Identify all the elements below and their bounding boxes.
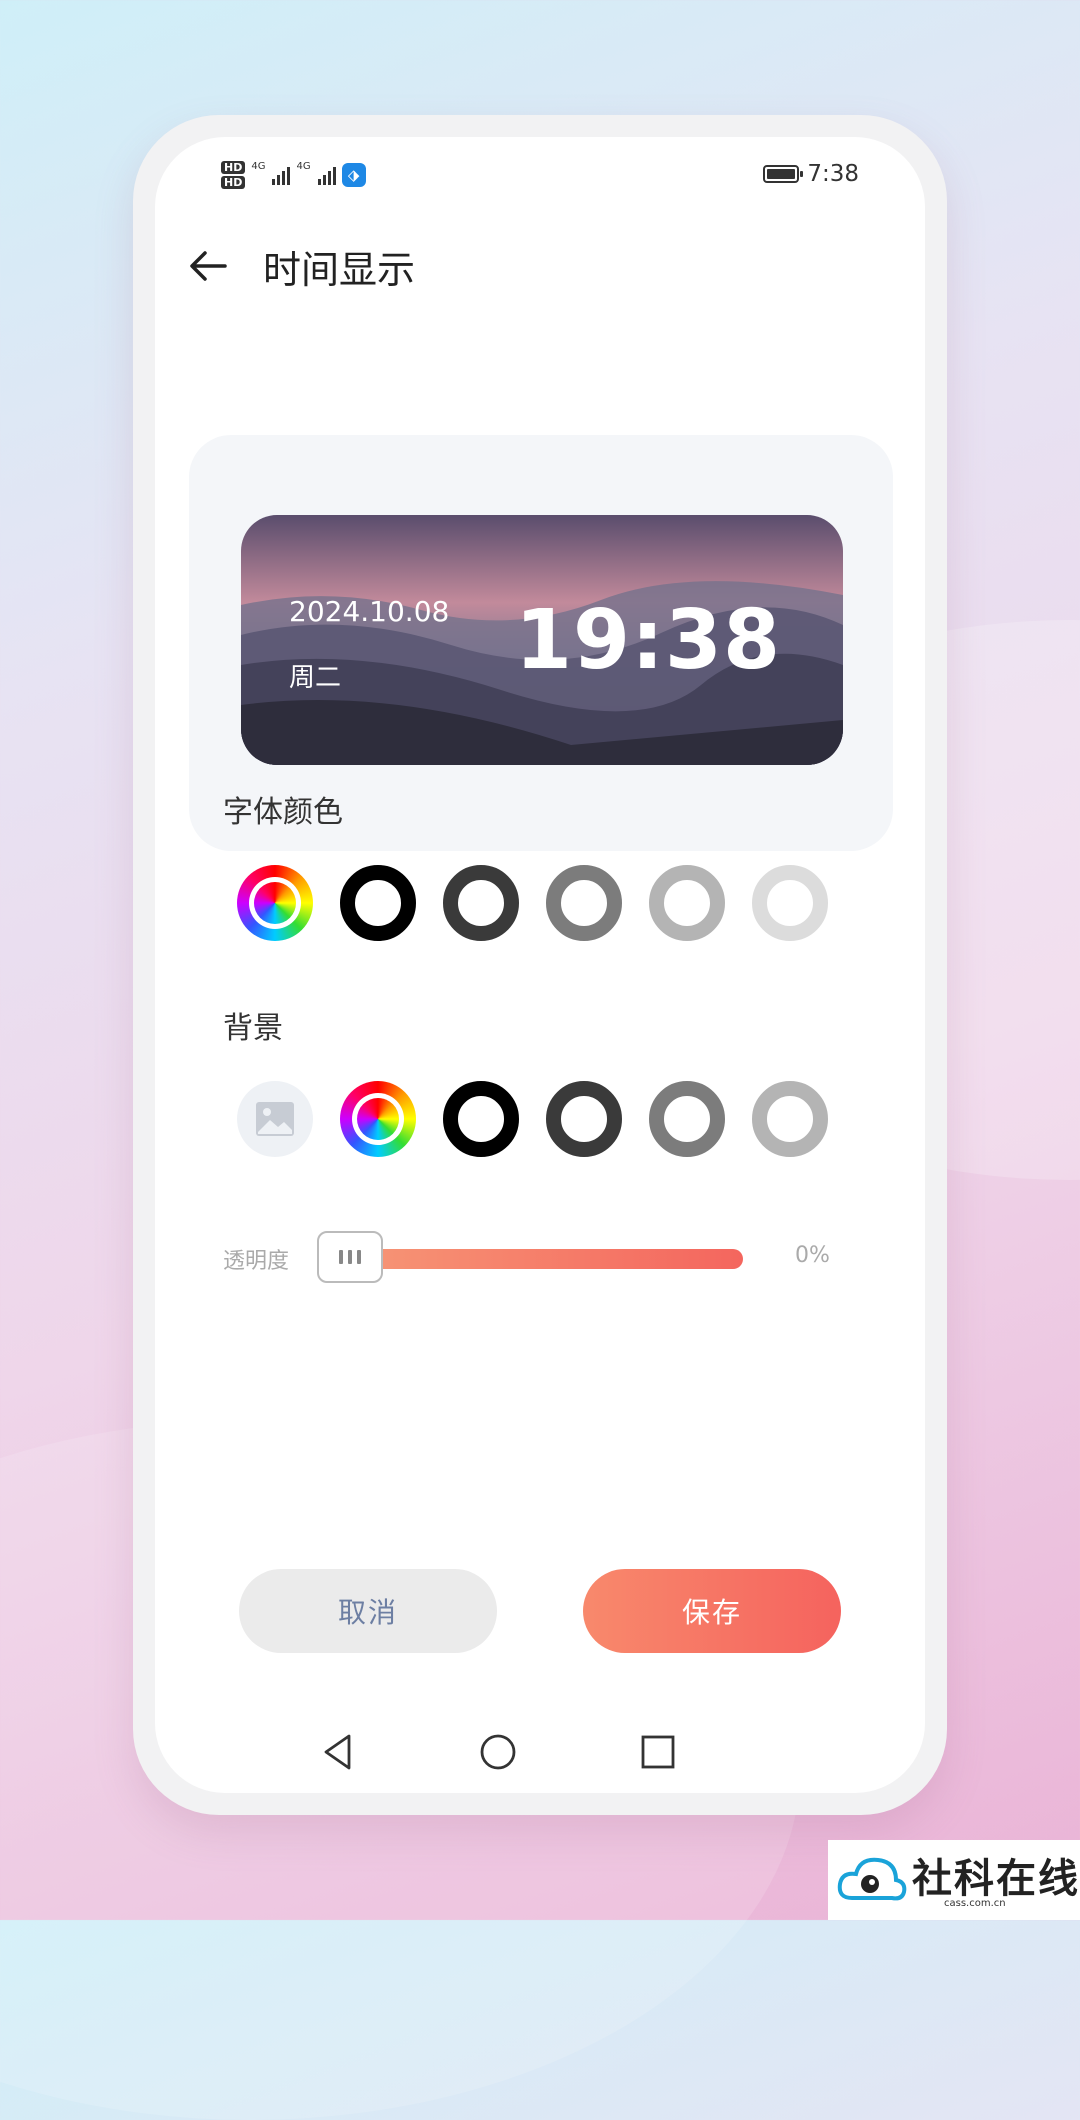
app-notification-icon: ⬗ (341, 163, 366, 187)
phone-screen: HD HD 4G 4G ⬗ 7:38 时间显示 2024.10.08 周二 19… (155, 137, 925, 1793)
clock-widget-preview: 2024.10.08 周二 19:38 (241, 515, 843, 765)
hd-icon: HD HD (221, 161, 246, 189)
back-triangle-icon[interactable] (313, 1727, 363, 1777)
color-swatch-light-gray[interactable] (649, 865, 725, 941)
network-type-label: 4G (296, 161, 311, 172)
status-bar: HD HD 4G 4G ⬗ 7:38 (155, 137, 925, 197)
opacity-slider-handle[interactable] (317, 1231, 383, 1283)
preview-time: 19:38 (514, 593, 781, 688)
image-background-button[interactable] (237, 1081, 313, 1157)
background-swatches (237, 1079, 851, 1159)
opacity-label: 透明度 (223, 1249, 290, 1274)
header: 时间显示 (155, 227, 925, 307)
background-label: 背景 (223, 1011, 283, 1046)
status-bar-right: 7:38 (763, 161, 859, 187)
hd-badge: HD (221, 161, 246, 174)
home-circle-icon[interactable] (473, 1727, 523, 1777)
bg-swatch-black[interactable] (443, 1081, 519, 1157)
signal-icon (272, 165, 291, 185)
watermark-text: 社科在线 (912, 1855, 1080, 1902)
watermark-logo: 社科在线 cass.com.cn (828, 1840, 1080, 1920)
phone-frame: HD HD 4G 4G ⬗ 7:38 时间显示 2024.10.08 周二 19… (133, 115, 947, 1815)
color-swatch-black[interactable] (340, 865, 416, 941)
cloud-eye-icon (837, 1857, 907, 1901)
hd-badge: HD (221, 176, 246, 189)
page-title: 时间显示 (263, 248, 416, 292)
image-icon (256, 1102, 294, 1136)
opacity-row: 透明度 0% (223, 1229, 863, 1289)
bg-swatch-gray[interactable] (649, 1081, 725, 1157)
save-button[interactable]: 保存 (583, 1569, 841, 1653)
opacity-value: 0% (795, 1243, 830, 1268)
battery-icon (763, 165, 804, 183)
bg-swatch-light-gray[interactable] (752, 1081, 828, 1157)
color-swatch-gray[interactable] (546, 865, 622, 941)
cancel-button[interactable]: 取消 (239, 1569, 497, 1653)
network-type-label: 4G (251, 161, 266, 172)
color-swatch-dark-gray[interactable] (443, 865, 519, 941)
signal-icon (317, 165, 336, 185)
status-bar-left: HD HD 4G 4G ⬗ (221, 161, 366, 189)
preview-weekday: 周二 (289, 663, 342, 693)
bg-swatch-dark-gray[interactable] (546, 1081, 622, 1157)
navigation-bar (155, 1727, 925, 1793)
preview-date: 2024.10.08 (289, 595, 450, 628)
rainbow-color-picker-icon[interactable] (237, 865, 313, 941)
font-color-label: 字体颜色 (223, 795, 343, 830)
status-time: 7:38 (807, 161, 859, 187)
watermark-subtext: cass.com.cn (944, 1898, 1006, 1909)
color-swatch-lighter-gray[interactable] (752, 865, 828, 941)
recents-square-icon[interactable] (633, 1727, 683, 1777)
arrow-left-icon[interactable] (183, 241, 233, 291)
font-color-swatches (237, 863, 851, 943)
rainbow-color-picker-icon[interactable] (340, 1081, 416, 1157)
